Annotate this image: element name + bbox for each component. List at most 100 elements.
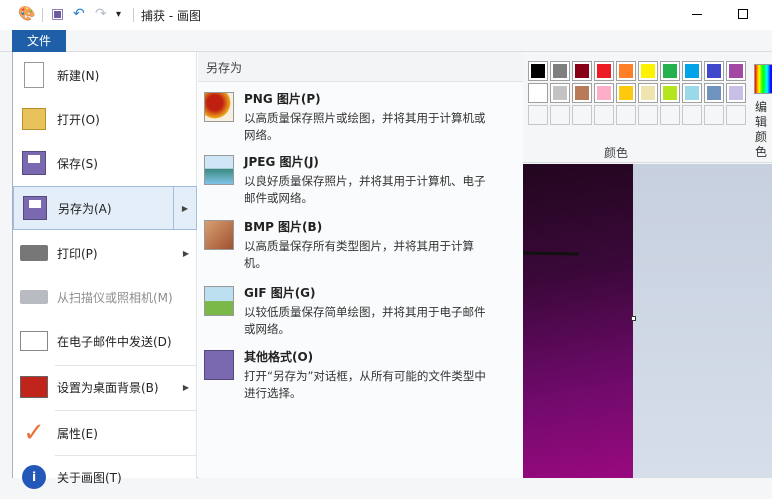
file-tab[interactable]: 文件 [12, 30, 66, 52]
color-swatch[interactable] [682, 83, 702, 103]
color-swatch[interactable] [726, 61, 746, 81]
color-swatch[interactable] [594, 61, 614, 81]
submenu-arrow-icon[interactable]: ▶ [183, 249, 189, 258]
email-icon [19, 326, 49, 356]
divider [133, 8, 134, 22]
save-as-option[interactable]: GIF 图片(G) 以较低质量保存简单绘图，并将其用于电子邮件或网络。 [204, 284, 514, 338]
drawn-stroke [522, 251, 580, 256]
option-title: PNG 图片(P) [244, 92, 321, 106]
edit-colors-icon[interactable] [754, 64, 772, 94]
save-as-icon [20, 193, 50, 223]
menu-item-3[interactable]: 另存为(A) ▶ [13, 186, 197, 230]
redo-icon[interactable]: ↷ [95, 6, 107, 22]
resize-handle[interactable] [631, 316, 636, 321]
option-title: BMP 图片(B) [244, 220, 323, 234]
menu-item-label: 新建(N) [57, 68, 100, 83]
save-as-option[interactable]: BMP 图片(B) 以高质量保存所有类型图片，并将其用于计算机。 [204, 218, 514, 272]
save-icon[interactable]: ▣ [51, 6, 64, 22]
workspace-background [631, 164, 772, 478]
option-description: 以高质量保存所有类型图片，并将其用于计算机。 [244, 239, 474, 270]
paint-logo-icon[interactable]: 🎨 [18, 6, 35, 22]
desktop-icon [19, 372, 49, 402]
color-swatch[interactable] [572, 83, 592, 103]
menu-item-4[interactable]: 打印(P) ▶ [13, 231, 197, 275]
title-bar: 🎨 ▣ ↶ ↷ ▾ 捕获 - 画图 [0, 0, 772, 30]
color-swatch[interactable] [528, 61, 548, 81]
edit-colors-button[interactable]: 编辑颜色 [755, 100, 772, 160]
color-swatch[interactable] [528, 83, 548, 103]
color-swatch[interactable] [550, 61, 570, 81]
menu-item-6[interactable]: 在电子邮件中发送(D) [13, 319, 197, 363]
menu-item-2[interactable]: 保存(S) [13, 141, 197, 185]
drawing-canvas[interactable] [522, 164, 633, 478]
save-icon [19, 148, 49, 178]
file-menu-commands: 新建(N) 打开(O) 保存(S) 另存为(A) ▶ 打印(P) ▶ 从扫描仪或照相机(M) 在… [13, 52, 197, 489]
menu-item-5[interactable]: 从扫描仪或照相机(M) [13, 275, 197, 319]
customize-quick-access-icon[interactable]: ▾ [116, 9, 121, 20]
menu-item-1[interactable]: 打开(O) [13, 97, 197, 141]
color-swatch[interactable] [594, 83, 614, 103]
printer-icon [19, 238, 49, 268]
color-swatch[interactable] [682, 61, 702, 81]
submenu-arrow-icon[interactable]: ▶ [182, 204, 188, 213]
gif-image-icon [204, 286, 234, 316]
checkmark-icon: ✓ [23, 418, 45, 448]
color-swatch[interactable] [616, 83, 636, 103]
empty-color-swatch[interactable] [660, 105, 680, 125]
scanner-icon [19, 282, 49, 312]
color-swatch[interactable] [550, 83, 570, 103]
option-description: 打开“另存为”对话框，从所有可能的文件类型中进行选择。 [244, 369, 486, 400]
option-description: 以较低质量保存简单绘图，并将其用于电子邮件或网络。 [244, 305, 486, 336]
menu-separator [55, 365, 197, 366]
color-swatch[interactable] [660, 83, 680, 103]
option-title: GIF 图片(G) [244, 286, 316, 300]
menu-item-9[interactable]: i 关于画图(T) [13, 455, 197, 499]
empty-color-swatch[interactable] [528, 105, 548, 125]
window-title: 捕获 - 画图 [141, 9, 201, 23]
empty-color-swatch[interactable] [726, 105, 746, 125]
color-swatch[interactable] [660, 61, 680, 81]
option-description: 以良好质量保存照片，并将其用于计算机、电子邮件或网络。 [244, 174, 486, 205]
empty-color-swatch[interactable] [594, 105, 614, 125]
empty-color-swatch[interactable] [704, 105, 724, 125]
color-swatch[interactable] [572, 61, 592, 81]
menu-separator [55, 455, 197, 456]
undo-icon[interactable]: ↶ [73, 6, 85, 22]
menu-item-label: 从扫描仪或照相机(M) [57, 290, 173, 305]
color-swatch[interactable] [638, 61, 658, 81]
file-menu: 新建(N) 打开(O) 保存(S) 另存为(A) ▶ 打印(P) ▶ 从扫描仪或照相机(M) 在… [12, 52, 523, 489]
ribbon-tabs [0, 30, 772, 52]
empty-color-swatch[interactable] [682, 105, 702, 125]
menu-item-label: 保存(S) [57, 156, 98, 171]
empty-color-swatch[interactable] [616, 105, 636, 125]
menu-item-label: 关于画图(T) [57, 470, 122, 485]
menu-item-7[interactable]: 设置为桌面背景(B) ▶ [13, 365, 197, 409]
option-description: 以高质量保存照片或绘图，并将其用于计算机或网络。 [244, 111, 486, 142]
menu-item-8[interactable]: ✓ 属性(E) [13, 411, 197, 455]
png-image-icon [204, 92, 234, 122]
color-swatch[interactable] [726, 83, 746, 103]
menu-item-label: 另存为(A) [58, 201, 112, 216]
save-as-header: 另存为 [198, 52, 523, 82]
empty-color-swatch[interactable] [550, 105, 570, 125]
save-as-option[interactable]: 其他格式(O) 打开“另存为”对话框，从所有可能的文件类型中进行选择。 [204, 348, 514, 402]
empty-color-swatch[interactable] [638, 105, 658, 125]
minimize-button[interactable] [692, 14, 702, 15]
option-title: 其他格式(O) [244, 350, 314, 364]
color-swatch[interactable] [638, 83, 658, 103]
menu-separator [55, 410, 197, 411]
color-swatch[interactable] [704, 83, 724, 103]
menu-item-0[interactable]: 新建(N) [13, 53, 197, 97]
split-divider [173, 187, 174, 229]
divider [42, 8, 43, 22]
menu-item-label: 设置为桌面背景(B) [57, 380, 159, 395]
submenu-arrow-icon[interactable]: ▶ [183, 383, 189, 392]
empty-color-swatch[interactable] [572, 105, 592, 125]
maximize-button[interactable] [738, 9, 748, 19]
new-file-icon [19, 60, 49, 90]
save-as-option[interactable]: JPEG 图片(J) 以良好质量保存照片，并将其用于计算机、电子邮件或网络。 [204, 153, 514, 207]
option-title: JPEG 图片(J) [244, 155, 319, 169]
color-swatch[interactable] [616, 61, 636, 81]
color-swatch[interactable] [704, 61, 724, 81]
save-as-option[interactable]: PNG 图片(P) 以高质量保存照片或绘图，并将其用于计算机或网络。 [204, 90, 514, 144]
